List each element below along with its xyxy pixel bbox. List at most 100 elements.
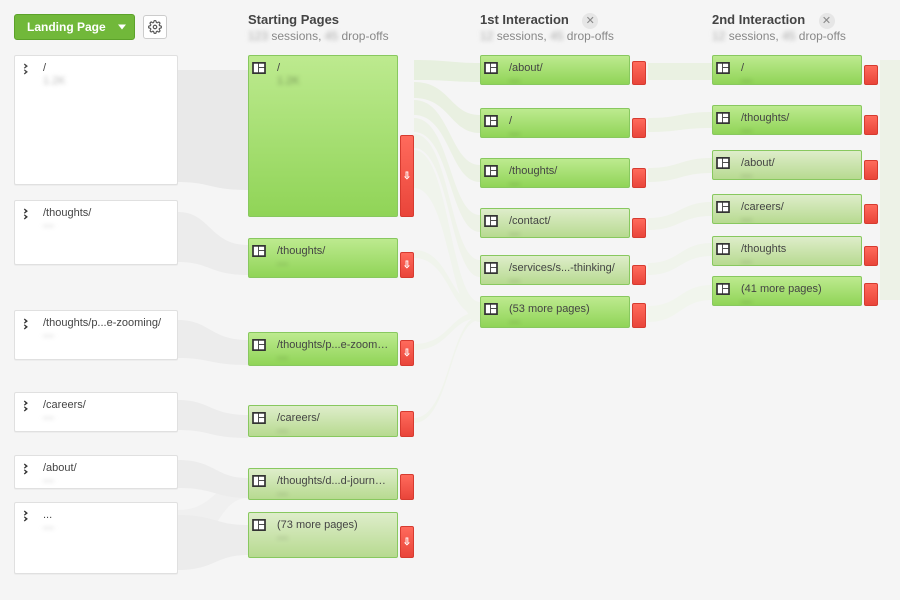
page-icon	[713, 195, 733, 223]
close-column-int1[interactable]: ✕	[582, 13, 598, 29]
node-label: /careers/	[741, 201, 853, 213]
int1-node-more[interactable]: (53 more pages)—	[480, 296, 630, 328]
dropoff-j5[interactable]	[864, 283, 878, 306]
arrow-down-icon: ⇩	[403, 260, 411, 271]
node-label: /thoughts/	[277, 245, 389, 257]
dropoff-i0[interactable]	[632, 61, 646, 85]
starting-node-thoughts[interactable]: /thoughts/—	[248, 238, 398, 278]
node-label: /	[741, 62, 853, 74]
page-icon	[481, 159, 501, 187]
dropoff-j1[interactable]	[864, 115, 878, 135]
node-label: /thoughts/	[43, 207, 169, 219]
page-icon	[249, 513, 269, 557]
page-icon	[713, 237, 733, 265]
node-label: /	[509, 115, 621, 127]
int2-node-careers[interactable]: /careers/—	[712, 194, 862, 224]
node-label: /thoughts/	[741, 112, 853, 124]
page-icon	[249, 469, 269, 499]
int2-node-thoughts[interactable]: /thoughts/—	[712, 105, 862, 135]
page-icon	[713, 277, 733, 305]
int1-node-services[interactable]: /services/s...-thinking/—	[480, 255, 630, 285]
node-label: /	[43, 62, 169, 74]
landing-node-more[interactable]: ...—	[14, 502, 178, 574]
dropoff-s2[interactable]: ⇩	[400, 340, 414, 366]
node-label: (41 more pages)	[741, 283, 853, 295]
starting-node-root[interactable]: /1.2K	[248, 55, 398, 217]
node-label: /contact/	[509, 215, 621, 227]
starting-node-zooming[interactable]: /thoughts/p...e-zooming/—	[248, 332, 398, 366]
settings-button[interactable]	[143, 15, 167, 39]
node-label: /thoughts/d...d-journey/	[277, 475, 389, 487]
dropoff-j0[interactable]	[864, 65, 878, 85]
node-label: /about/	[509, 62, 621, 74]
page-icon	[713, 56, 733, 84]
dropoff-s4[interactable]	[400, 474, 414, 500]
dropoff-s5[interactable]: ⇩	[400, 526, 414, 558]
enter-icon	[15, 503, 35, 573]
landing-node-about[interactable]: /about/—	[14, 455, 178, 489]
arrow-down-icon: ⇩	[403, 171, 411, 182]
dropoff-j2[interactable]	[864, 160, 878, 180]
node-label: /careers/	[277, 412, 389, 424]
int1-node-about[interactable]: /about/—	[480, 55, 630, 85]
starting-node-journey[interactable]: /thoughts/d...d-journey/—	[248, 468, 398, 500]
dropoff-i2[interactable]	[632, 168, 646, 188]
page-icon	[249, 333, 269, 365]
chevron-down-icon	[118, 25, 126, 30]
landing-node-careers[interactable]: /careers/—	[14, 392, 178, 432]
int1-node-root[interactable]: /—	[480, 108, 630, 138]
node-label: /services/s...-thinking/	[509, 262, 621, 274]
page-icon	[249, 406, 269, 436]
node-label: /thoughts	[741, 243, 853, 255]
close-column-int2[interactable]: ✕	[819, 13, 835, 29]
node-label: /careers/	[43, 399, 169, 411]
node-label: (53 more pages)	[509, 303, 621, 315]
enter-icon	[15, 56, 35, 184]
int2-node-root[interactable]: /—	[712, 55, 862, 85]
node-label: /thoughts/	[509, 165, 621, 177]
dropoff-i1[interactable]	[632, 118, 646, 138]
int2-node-about[interactable]: /about/—	[712, 150, 862, 180]
dropoff-i5[interactable]	[632, 303, 646, 328]
enter-icon	[15, 201, 35, 264]
dropoff-s0[interactable]: ⇩	[400, 135, 414, 217]
node-label: /thoughts/p...e-zooming/	[277, 339, 389, 351]
node-label: (73 more pages)	[277, 519, 389, 531]
page-icon	[481, 109, 501, 137]
page-icon	[481, 209, 501, 237]
node-label: /	[277, 62, 389, 74]
node-value: 1.2K	[43, 75, 169, 87]
dimension-select[interactable]: Landing Page	[14, 14, 135, 40]
starting-node-careers[interactable]: /careers/—	[248, 405, 398, 437]
dropoff-s1[interactable]: ⇩	[400, 252, 414, 278]
int2-node-more[interactable]: (41 more pages)—	[712, 276, 862, 306]
int2-node-thoughts2[interactable]: /thoughts—	[712, 236, 862, 266]
enter-icon	[15, 456, 35, 488]
arrow-down-icon: ⇩	[403, 537, 411, 548]
node-label: /about/	[741, 157, 853, 169]
node-label: /about/	[43, 462, 169, 474]
page-icon	[481, 56, 501, 84]
node-label: /thoughts/p...e-zooming/	[43, 317, 169, 329]
dropoff-i4[interactable]	[632, 265, 646, 285]
enter-icon	[15, 311, 35, 359]
landing-node-root[interactable]: / 1.2K	[14, 55, 178, 185]
page-icon	[249, 56, 269, 216]
landing-node-zooming[interactable]: /thoughts/p...e-zooming/—	[14, 310, 178, 360]
int1-node-contact[interactable]: /contact/—	[480, 208, 630, 238]
page-icon	[481, 297, 501, 327]
int1-node-thoughts[interactable]: /thoughts/—	[480, 158, 630, 188]
landing-node-thoughts[interactable]: /thoughts/—	[14, 200, 178, 265]
page-icon	[713, 106, 733, 134]
page-icon	[481, 256, 501, 284]
dropoff-j3[interactable]	[864, 204, 878, 224]
arrow-down-icon: ⇩	[403, 348, 411, 359]
dropoff-i3[interactable]	[632, 218, 646, 238]
page-icon	[249, 239, 269, 277]
dropoff-s3[interactable]	[400, 411, 414, 437]
enter-icon	[15, 393, 35, 431]
starting-node-more[interactable]: (73 more pages)—	[248, 512, 398, 558]
column-header-int1: 1st Interaction ✕ 12 sessions, 45 drop-o…	[480, 12, 614, 43]
dropoff-j4[interactable]	[864, 246, 878, 266]
page-icon	[713, 151, 733, 179]
